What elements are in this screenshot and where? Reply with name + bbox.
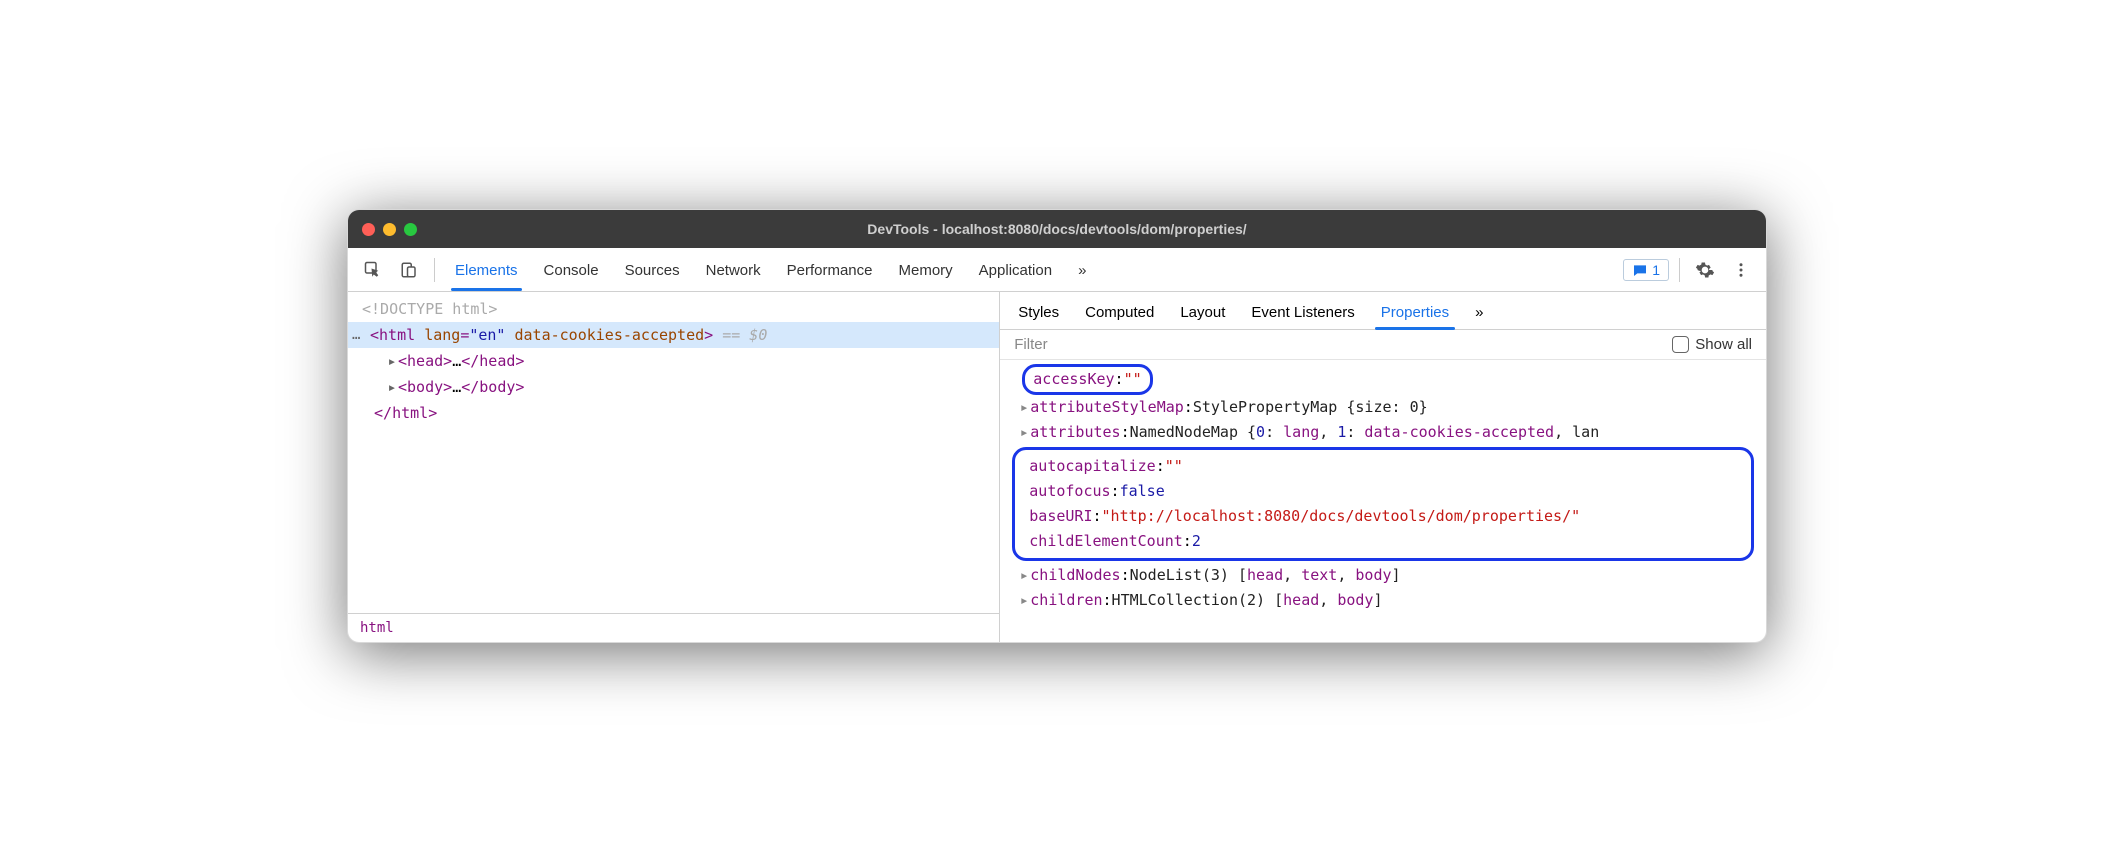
dom-html-open[interactable]: <html lang="en" data-cookies-accepted> =… (348, 322, 999, 348)
breadcrumb[interactable]: html (348, 613, 999, 642)
close-icon[interactable] (362, 223, 375, 236)
checkbox-icon[interactable] (1672, 336, 1689, 353)
tab-memory[interactable]: Memory (897, 252, 955, 287)
filter-input[interactable]: Filter (1014, 336, 1660, 353)
tab-sources[interactable]: Sources (623, 252, 682, 287)
window-title: DevTools - localhost:8080/docs/devtools/… (348, 221, 1766, 237)
prop-children[interactable]: ▸children: HTMLCollection(2) [head, body… (1004, 588, 1760, 613)
tab-styles[interactable]: Styles (1016, 300, 1061, 329)
prop-baseuri[interactable]: baseURI: "http://localhost:8080/docs/dev… (1021, 504, 1743, 529)
tab-performance[interactable]: Performance (785, 252, 875, 287)
prop-accesskey[interactable]: accessKey: "" (1004, 364, 1760, 395)
sidebar-tabs: Styles Computed Layout Event Listeners P… (1000, 292, 1766, 330)
tab-network[interactable]: Network (704, 252, 763, 287)
tab-computed[interactable]: Computed (1083, 300, 1156, 329)
prop-autofocus[interactable]: autofocus: false (1021, 479, 1743, 504)
main-toolbar: Elements Console Sources Network Perform… (348, 248, 1766, 292)
devtools-window: DevTools - localhost:8080/docs/devtools/… (347, 209, 1767, 643)
dom-body[interactable]: ▸<body>…</body> (348, 374, 999, 400)
dom-html-close[interactable]: </html> (348, 400, 999, 426)
issues-button[interactable]: 1 (1623, 259, 1669, 281)
tab-console[interactable]: Console (542, 252, 601, 287)
device-toolbar-icon[interactable] (394, 255, 424, 285)
divider (434, 258, 435, 282)
tab-application[interactable]: Application (977, 252, 1054, 287)
titlebar: DevTools - localhost:8080/docs/devtools/… (348, 210, 1766, 248)
issues-count: 1 (1652, 262, 1660, 278)
tab-layout[interactable]: Layout (1178, 300, 1227, 329)
prop-autocapitalize[interactable]: autocapitalize: "" (1021, 454, 1743, 479)
sidebar-pane: Styles Computed Layout Event Listeners P… (1000, 292, 1766, 642)
divider (1679, 258, 1680, 282)
properties-list[interactable]: accessKey: "" ▸attributeStyleMap: StyleP… (1000, 360, 1766, 642)
gear-icon[interactable] (1690, 255, 1720, 285)
elements-pane: <!DOCTYPE html> <html lang="en" data-coo… (348, 292, 1000, 642)
tab-elements[interactable]: Elements (453, 252, 520, 287)
dom-tree[interactable]: <!DOCTYPE html> <html lang="en" data-coo… (348, 292, 999, 613)
more-tabs-icon[interactable]: » (1076, 252, 1088, 287)
kebab-menu-icon[interactable] (1726, 255, 1756, 285)
tab-properties[interactable]: Properties (1379, 300, 1451, 329)
minimize-icon[interactable] (383, 223, 396, 236)
content-area: <!DOCTYPE html> <html lang="en" data-coo… (348, 292, 1766, 642)
show-all-checkbox[interactable]: Show all (1672, 336, 1752, 353)
prop-childelementcount[interactable]: childElementCount: 2 (1021, 529, 1743, 554)
prop-attributestylemap[interactable]: ▸attributeStyleMap: StylePropertyMap {si… (1004, 395, 1760, 420)
panel-tabs: Elements Console Sources Network Perform… (453, 252, 1617, 287)
filter-row: Filter Show all (1000, 330, 1766, 360)
more-sidebar-tabs-icon[interactable]: » (1473, 300, 1485, 329)
traffic-lights (362, 223, 417, 236)
dom-doctype[interactable]: <!DOCTYPE html> (348, 296, 999, 322)
inspect-element-icon[interactable] (358, 255, 388, 285)
show-all-label: Show all (1695, 336, 1752, 353)
dom-head[interactable]: ▸<head>…</head> (348, 348, 999, 374)
zoom-icon[interactable] (404, 223, 417, 236)
prop-attributes[interactable]: ▸attributes: NamedNodeMap {0: lang, 1: d… (1004, 420, 1760, 445)
tab-event-listeners[interactable]: Event Listeners (1249, 300, 1356, 329)
highlighted-properties: autocapitalize: "" autofocus: false base… (1012, 447, 1754, 561)
prop-childnodes[interactable]: ▸childNodes: NodeList(3) [head, text, bo… (1004, 563, 1760, 588)
